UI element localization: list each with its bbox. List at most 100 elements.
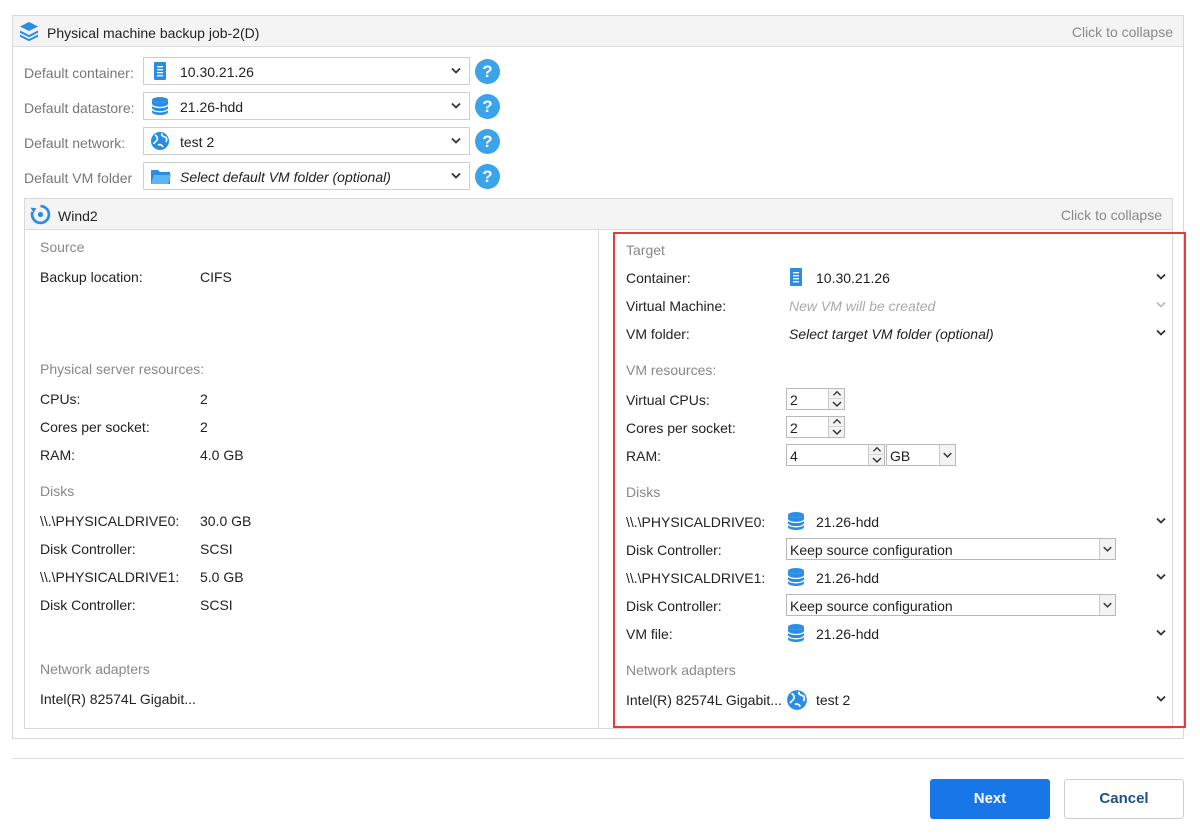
chevron-down-icon xyxy=(451,137,461,145)
vm-panel: Wind2 Click to collapse Source Backup lo… xyxy=(24,198,1186,729)
database-icon xyxy=(150,96,170,116)
target-adapter-value: test 2 xyxy=(816,692,851,708)
ctrl0-value: Keep source configuration xyxy=(790,542,953,558)
source-network-title: Network adapters xyxy=(40,661,150,677)
database-icon xyxy=(786,567,806,587)
vm-header: Wind2 Click to collapse xyxy=(25,199,1172,230)
source-ctrl0-label: Disk Controller: xyxy=(40,541,136,557)
server-icon xyxy=(150,61,170,81)
target-ctrl1-label: Disk Controller: xyxy=(626,598,722,614)
chevron-down-icon[interactable] xyxy=(1156,517,1166,525)
stack-icon xyxy=(19,21,39,41)
source-disk1-value: 5.0 GB xyxy=(200,569,244,585)
default-container-value: 10.30.21.26 xyxy=(180,64,254,80)
ram-unit-select[interactable]: GB xyxy=(886,444,956,466)
source-resources-title: Physical server resources: xyxy=(40,361,205,377)
chevron-down-icon[interactable] xyxy=(1156,273,1166,281)
ctrl1-value: Keep source configuration xyxy=(790,598,953,614)
default-datastore-label: Default datastore: xyxy=(24,100,135,116)
target-vm-value: New VM will be created xyxy=(789,298,936,314)
globe-icon xyxy=(786,689,808,711)
target-vmfile-label: VM file: xyxy=(626,626,673,642)
default-network-select[interactable]: test 2 xyxy=(143,127,470,155)
target-folder-label: VM folder: xyxy=(626,326,690,342)
ram-stepper[interactable]: 4 xyxy=(786,444,885,466)
ctrl1-select[interactable]: Keep source configuration xyxy=(786,594,1116,616)
source-ctrl0-value: SCSI xyxy=(200,541,233,557)
target-ram-label: RAM: xyxy=(626,448,661,464)
restore-icon xyxy=(30,204,51,225)
default-folder-select[interactable]: Select default VM folder (optional) xyxy=(143,162,470,190)
default-datastore-select[interactable]: 21.26-hdd xyxy=(143,92,470,120)
default-container-label: Default container: xyxy=(24,65,134,81)
target-section-title: Target xyxy=(626,242,665,258)
source-disk0-label: \\.\PHYSICALDRIVE0: xyxy=(40,513,180,529)
job-title: Physical machine backup job-2(D) xyxy=(47,25,260,41)
target-disk1-value: 21.26-hdd xyxy=(816,570,880,586)
arrow-down-icon[interactable] xyxy=(869,455,885,465)
footer-divider xyxy=(12,758,1184,759)
source-disk1-label: \\.\PHYSICALDRIVE1: xyxy=(40,569,180,585)
chevron-down-icon[interactable] xyxy=(1156,329,1166,337)
stepper-arrows xyxy=(868,445,885,465)
chevron-down-icon xyxy=(451,172,461,180)
arrow-down-icon[interactable] xyxy=(829,427,845,437)
default-network-label: Default network: xyxy=(24,135,126,151)
default-container-select[interactable]: 10.30.21.26 xyxy=(143,57,470,85)
database-icon xyxy=(786,623,806,643)
database-icon xyxy=(786,511,806,531)
help-button-datastore[interactable]: ? xyxy=(475,94,500,119)
help-button-container[interactable]: ? xyxy=(475,59,500,84)
source-adapter-label: Intel(R) 82574L Gigabit... xyxy=(40,691,196,707)
target-container-label: Container: xyxy=(626,270,691,286)
chevron-down-icon xyxy=(451,67,461,75)
source-section-title: Source xyxy=(40,239,85,255)
chevron-down-icon xyxy=(1099,595,1115,615)
source-cores-label: Cores per socket: xyxy=(40,419,150,435)
help-button-network[interactable]: ? xyxy=(475,129,500,154)
vcpus-stepper[interactable]: 2 xyxy=(786,388,845,410)
arrow-down-icon[interactable] xyxy=(829,399,845,409)
ctrl0-select[interactable]: Keep source configuration xyxy=(786,538,1116,560)
help-button-folder[interactable]: ? xyxy=(475,164,500,189)
target-adapter-label: Intel(R) 82574L Gigabit... xyxy=(626,692,782,708)
job-collapse-link[interactable]: Click to collapse xyxy=(1072,24,1173,40)
target-container-value: 10.30.21.26 xyxy=(816,270,890,286)
target-folder-value[interactable]: Select target VM folder (optional) xyxy=(789,326,994,342)
chevron-down-icon[interactable] xyxy=(1156,695,1166,703)
ram-unit-value: GB xyxy=(890,448,911,464)
source-cpus-label: CPUs: xyxy=(40,391,81,407)
default-network-value: test 2 xyxy=(180,134,215,150)
globe-icon xyxy=(150,131,170,151)
source-cores-value: 2 xyxy=(200,419,208,435)
job-panel: Physical machine backup job-2(D) Click t… xyxy=(12,15,1186,739)
ram-value: 4 xyxy=(790,448,798,464)
default-folder-label: Default VM folder xyxy=(24,170,133,186)
chevron-down-icon xyxy=(451,102,461,110)
arrow-up-icon[interactable] xyxy=(869,445,885,455)
chevron-down-icon[interactable] xyxy=(1156,629,1166,637)
target-vmfile-value: 21.26-hdd xyxy=(816,626,880,642)
target-vm-label: Virtual Machine: xyxy=(626,298,727,314)
chevron-down-icon[interactable] xyxy=(1156,573,1166,581)
folder-icon xyxy=(150,166,172,186)
cores-stepper[interactable]: 2 xyxy=(786,416,845,438)
source-disk0-value: 30.0 GB xyxy=(200,513,252,529)
default-folder-value: Select default VM folder (optional) xyxy=(180,169,391,185)
cancel-button[interactable]: Cancel xyxy=(1064,779,1184,819)
source-ram-value: 4.0 GB xyxy=(200,447,244,463)
default-datastore-value: 21.26-hdd xyxy=(180,99,244,115)
vm-collapse-link[interactable]: Click to collapse xyxy=(1061,207,1162,223)
target-disk1-label: \\.\PHYSICALDRIVE1: xyxy=(626,570,766,586)
chevron-down-icon xyxy=(939,445,955,465)
arrow-up-icon[interactable] xyxy=(829,417,845,427)
job-header: Physical machine backup job-2(D) Click t… xyxy=(13,16,1183,47)
source-disks-title: Disks xyxy=(40,483,75,499)
target-ctrl0-label: Disk Controller: xyxy=(626,542,722,558)
source-ctrl1-label: Disk Controller: xyxy=(40,597,136,613)
stepper-arrows xyxy=(828,417,845,437)
next-button[interactable]: Next xyxy=(930,779,1050,819)
vm-title: Wind2 xyxy=(58,208,98,224)
arrow-up-icon[interactable] xyxy=(829,389,845,399)
backup-location-value: CIFS xyxy=(200,269,232,285)
